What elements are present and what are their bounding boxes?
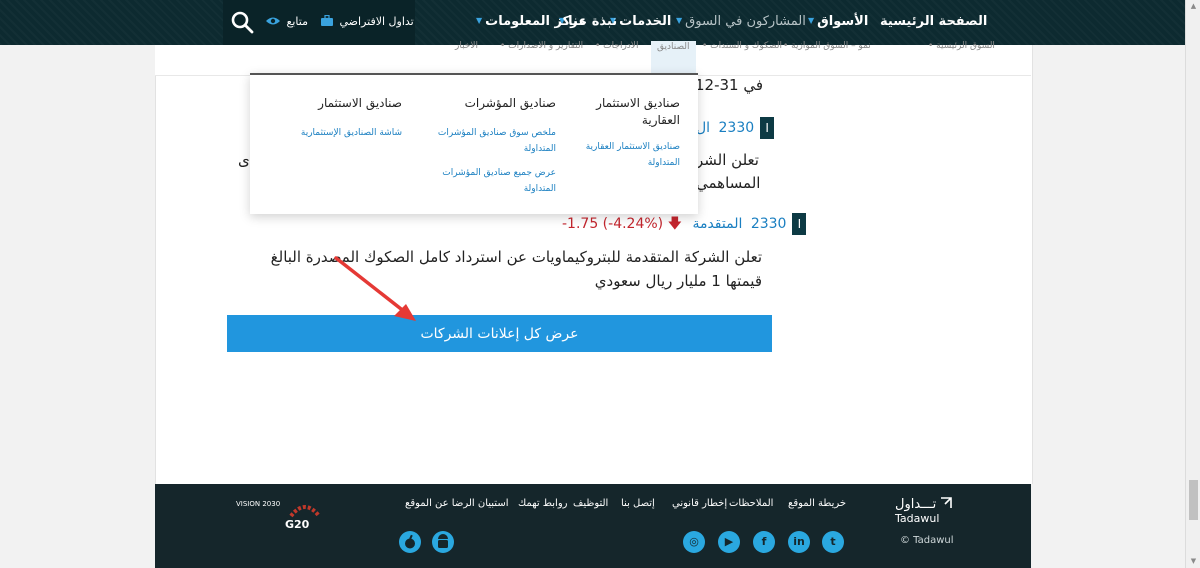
company-code: 2330	[718, 120, 755, 136]
scroll-up-icon[interactable]: ▲	[1189, 2, 1198, 11]
twitter-icon[interactable]: t	[822, 531, 844, 553]
reit-funds-column: صناديق الاستثمار العقارية صناديق الاستثم…	[568, 95, 680, 171]
nav-markets[interactable]: الأسواق▼	[808, 14, 868, 29]
company-indicator-icon: I	[792, 213, 807, 235]
subnav-label: السوق الرئيسية	[936, 41, 995, 51]
virtual-trading-link[interactable]: تداول الافتراضي	[321, 14, 414, 28]
announcement-header-1[interactable]: I 2330 ال	[696, 117, 775, 139]
subnav-nomu[interactable]: نمو – السوق الموازية •	[783, 41, 871, 51]
footer-link-survey[interactable]: استبيان الرضا عن الموقع	[405, 498, 508, 509]
subnav-label: الاخبار	[455, 41, 479, 51]
annotation-arrow-icon	[334, 256, 416, 321]
subnav-label: الصكوك و السندات	[710, 41, 783, 51]
copyright-text: © Tadawul	[900, 535, 954, 546]
announcement-date: في 31-12	[695, 76, 764, 94]
facebook-icon[interactable]: f	[753, 531, 775, 553]
follow-label: متابع	[286, 15, 308, 28]
page-scrollbar[interactable]: ▲ ▼	[1185, 0, 1200, 568]
price-change-value: -1.75 (-4.24%)	[562, 216, 664, 232]
company-name: المتقدمة	[692, 216, 743, 232]
subnav-label: الادراجات	[603, 41, 639, 51]
scroll-down-icon[interactable]: ▼	[1189, 557, 1198, 566]
nav-markets-label: الأسواق	[817, 14, 869, 29]
footer-link-legal[interactable]: إخطار قانوني	[672, 498, 727, 509]
subnav-funds[interactable]: الصناديق	[651, 41, 696, 75]
top-navigation-bar: الصفحة الرئيسية الأسواق▼ المشاركون في ال…	[0, 0, 1185, 45]
nav-services[interactable]: الخدمات▼	[610, 14, 671, 29]
announcement-body-1-overflow: ى	[238, 151, 250, 169]
g20-logo: G20	[285, 518, 310, 531]
announcement-header-2[interactable]: I 2330 المتقدمة 🡇 -1.75 (-4.24%)	[562, 213, 807, 235]
footer-link-contact[interactable]: إتصل بنا	[621, 498, 655, 509]
footer-link-feedback[interactable]: الملاحظات	[729, 498, 773, 509]
footer-link-careers[interactable]: التوظيف	[573, 498, 608, 509]
nav-info-label: مركز المعلومات	[485, 14, 587, 29]
subnav-label: الصناديق	[657, 42, 690, 52]
android-icon[interactable]	[432, 531, 454, 553]
subnav-news[interactable]: الاخبار	[455, 41, 478, 51]
briefcase-icon	[321, 14, 333, 26]
nav-home[interactable]: الصفحة الرئيسية	[880, 14, 987, 29]
chevron-down-icon: ▼	[476, 16, 483, 25]
etf-summary-link[interactable]: ملخص سوق صناديق المؤشرات المتداولة	[420, 125, 556, 157]
index-funds-title: صناديق المؤشرات	[464, 96, 556, 110]
announcement-body-1-line2: المساهمي	[696, 174, 761, 192]
company-indicator-icon: I	[760, 117, 775, 139]
all-etf-link[interactable]: عرض جميع صناديق المؤشرات المتداولة	[420, 165, 556, 197]
view-all-announcements-button[interactable]: عرض كل إعلانات الشركات	[227, 315, 772, 352]
investment-funds-screen-link[interactable]: شاشة الصناديق الإستثمارية	[280, 125, 402, 141]
search-button[interactable]	[230, 10, 256, 36]
nav-home-label: الصفحة الرئيسية	[880, 14, 988, 29]
tadawul-logo-english: Tadawul	[895, 512, 940, 525]
virtual-trading-label: تداول الافتراضي	[339, 15, 414, 28]
linkedin-icon[interactable]: in	[788, 531, 810, 553]
nav-market-participants[interactable]: المشاركون في السوق▼	[676, 14, 806, 29]
youtube-icon[interactable]: ▶	[718, 531, 740, 553]
nav-info-center[interactable]: مركز المعلومات▼	[476, 14, 586, 29]
footer-link-related[interactable]: روابط تهمك	[518, 498, 568, 509]
instagram-icon[interactable]: ◎	[683, 531, 705, 553]
arrow-down-icon: 🡇	[667, 216, 682, 232]
apple-icon[interactable]	[399, 531, 421, 553]
nav-services-label: الخدمات	[619, 14, 672, 29]
chevron-down-icon: ▼	[808, 16, 815, 25]
announcement-body-1-line1: تعلن الشر	[696, 151, 759, 169]
site-footer: خريطة الموقع الملاحظات إخطار قانوني إتصل…	[155, 484, 1031, 568]
funds-dropdown-menu: صناديق الاستثمار العقارية صناديق الاستثم…	[250, 73, 698, 214]
announcement-body-2: تعلن الشركة المتقدمة للبتروكيماويات عن ا…	[270, 248, 762, 290]
apple-glyph	[405, 534, 415, 549]
scroll-thumb[interactable]	[1189, 480, 1198, 520]
company-name: ال	[696, 120, 711, 136]
company-code: 2330	[750, 216, 787, 232]
subnav-label: التقارير و الاصدارات	[508, 41, 584, 51]
subnav-reports[interactable]: التقارير و الاصدارات •	[500, 41, 583, 51]
tadawul-logo-arabic: تـــداول	[895, 497, 937, 512]
android-glyph	[438, 534, 448, 548]
reit-funds-title: صناديق الاستثمار العقارية	[596, 96, 680, 127]
subnav-label: نمو – السوق الموازية	[791, 41, 871, 51]
g20-emblem-icon	[289, 505, 321, 518]
price-change: 🡇 -1.75 (-4.24%)	[562, 216, 682, 232]
chevron-down-icon: ▼	[676, 16, 683, 25]
investment-funds-column: صناديق الاستثمار شاشة الصناديق الإستثمار…	[280, 95, 402, 141]
sub-navigation: السوق الرئيسية • نمو – السوق الموازية • …	[155, 41, 1031, 76]
subnav-sukuk[interactable]: الصكوك و السندات •	[702, 41, 782, 51]
subnav-listings[interactable]: الادراجات •	[595, 41, 638, 51]
eye-icon	[266, 17, 280, 25]
footer-link-sitemap[interactable]: خريطة الموقع	[788, 498, 846, 509]
nav-participants-label: المشاركون في السوق	[685, 14, 806, 29]
investment-funds-title: صناديق الاستثمار	[318, 96, 402, 110]
subnav-main-market[interactable]: السوق الرئيسية •	[928, 41, 995, 51]
traded-reit-funds-link[interactable]: صناديق الاستثمار العقارية المتداولة	[568, 139, 680, 171]
search-icon	[231, 11, 254, 34]
index-funds-column: صناديق المؤشرات ملخص سوق صناديق المؤشرات…	[420, 95, 556, 197]
vision-2030-logo: VISION 2030	[236, 500, 281, 508]
follow-link[interactable]: متابع	[266, 15, 308, 28]
